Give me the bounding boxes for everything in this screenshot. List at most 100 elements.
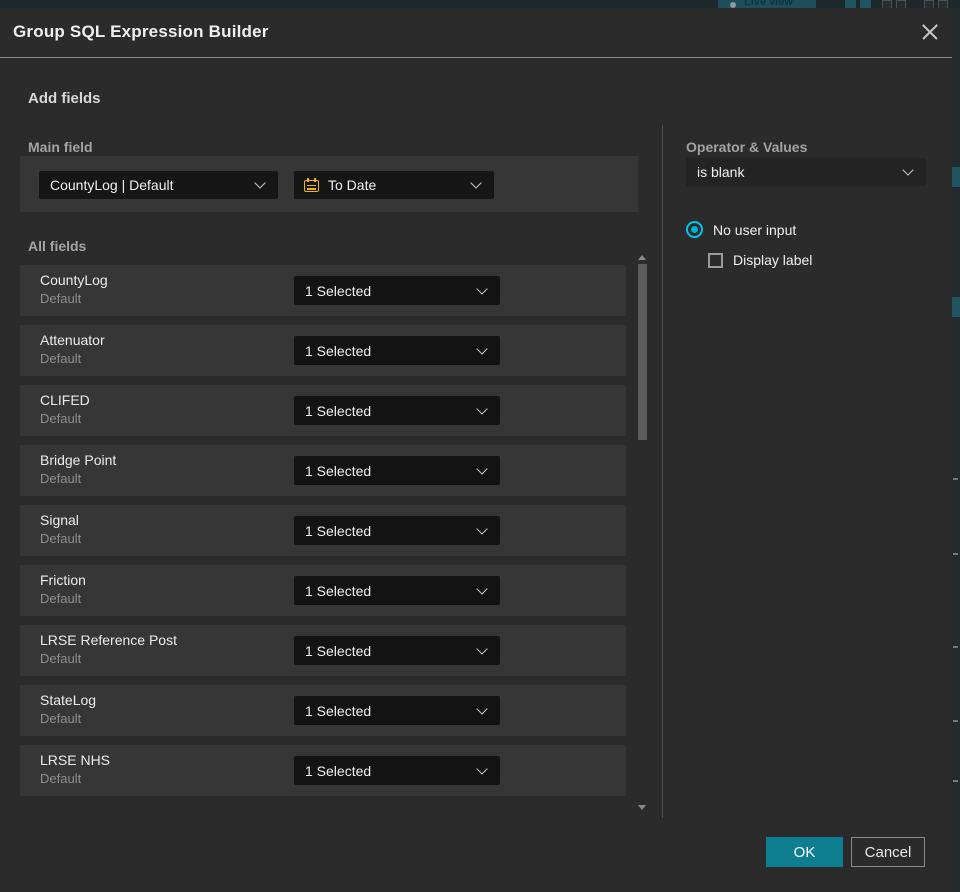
field-selection-dropdown[interactable]: 1 Selected [294,636,500,665]
toolbar-fragment [860,0,871,8]
field-row: LRSE NHS Default 1 Selected [20,745,626,796]
chevron-down-icon [476,582,488,595]
dialog-title: Group SQL Expression Builder [13,22,269,41]
field-name: Friction [40,572,86,588]
chevron-down-icon [476,522,488,535]
group-sql-expression-builder-dialog: Group SQL Expression Builder Add fields … [0,8,952,892]
field-sublabel: Default [40,291,82,306]
live-view-button[interactable]: Live view [718,0,816,8]
field-row: StateLog Default 1 Selected [20,685,626,736]
field-selection-value: 1 Selected [305,462,372,479]
display-label-label: Display label [733,252,813,268]
background-fragment [953,780,958,782]
main-field-layer-dropdown[interactable]: CountyLog | Default [39,171,278,199]
field-selection-dropdown[interactable]: 1 Selected [294,396,500,425]
toolbar-fragment [882,0,892,8]
field-name: CountyLog [40,272,108,288]
field-name: Attenuator [40,332,105,348]
field-sublabel: Default [40,531,82,546]
field-selection-value: 1 Selected [305,342,372,359]
ok-button[interactable]: OK [766,837,843,867]
background-app-right-strip [952,8,960,892]
field-selection-dropdown[interactable]: 1 Selected [294,516,500,545]
background-fragment [953,720,958,722]
chevron-down-icon [476,342,488,355]
chevron-down-icon [476,462,488,475]
field-selection-dropdown[interactable]: 1 Selected [294,336,500,365]
background-fragment [952,167,960,187]
column-divider [662,125,663,818]
field-selection-dropdown[interactable]: 1 Selected [294,756,500,785]
toolbar-fragment [938,0,948,8]
field-name: StateLog [40,692,97,708]
toolbar-fragment [845,0,856,8]
title-divider [0,57,952,58]
field-selection-dropdown[interactable]: 1 Selected [294,696,500,725]
all-fields-list: CountyLog Default 1 Selected Attenuator … [20,265,626,796]
field-row: Signal Default 1 Selected [20,505,626,556]
field-sublabel: Default [40,771,82,786]
chevron-down-icon [902,164,914,176]
field-selection-dropdown[interactable]: 1 Selected [294,456,500,485]
main-field-heading: Main field [28,139,93,155]
field-sublabel: Default [40,471,82,486]
field-row: CLIFED Default 1 Selected [20,385,626,436]
main-field-layer-value: CountyLog | Default [50,177,174,193]
main-field-field-dropdown[interactable]: To Date [294,171,494,199]
field-name: LRSE Reference Post [40,632,177,648]
chevron-down-icon [476,642,488,655]
scroll-up-icon[interactable] [638,255,646,260]
field-selection-value: 1 Selected [305,402,372,419]
background-fragment [953,478,958,480]
field-selection-value: 1 Selected [305,582,372,599]
no-user-input-radio[interactable]: No user input [686,221,796,238]
operator-dropdown[interactable]: is blank [686,158,926,186]
field-row: CountyLog Default 1 Selected [20,265,626,316]
background-fragment [952,297,960,317]
field-selection-dropdown[interactable]: 1 Selected [294,276,500,305]
toolbar-fragment [924,0,934,8]
field-row: LRSE Reference Post Default 1 Selected [20,625,626,676]
field-selection-value: 1 Selected [305,522,372,539]
main-field-panel: CountyLog | Default To Date [20,156,638,212]
field-name: Signal [40,512,79,528]
field-row: Friction Default 1 Selected [20,565,626,616]
field-selection-value: 1 Selected [305,762,372,779]
field-selection-value: 1 Selected [305,282,372,299]
main-field-field-value: To Date [328,177,377,193]
display-label-checkbox-row[interactable]: Display label [708,252,812,268]
no-user-input-label: No user input [713,221,797,238]
checkbox-unchecked-icon[interactable] [708,252,723,268]
field-sublabel: Default [40,711,82,726]
field-sublabel: Default [40,651,82,666]
close-icon[interactable] [918,20,942,44]
field-name: CLIFED [40,392,90,408]
field-selection-value: 1 Selected [305,642,372,659]
scroll-down-icon[interactable] [638,805,646,810]
background-fragment [953,646,958,648]
cancel-button[interactable]: Cancel [851,837,925,867]
live-view-label: Live view [744,0,793,8]
chevron-down-icon [476,282,488,295]
chevron-down-icon [254,177,266,189]
operator-value: is blank [697,164,745,180]
field-sublabel: Default [40,591,82,606]
add-fields-heading: Add fields [28,90,101,107]
scrollbar-thumb[interactable] [638,264,647,440]
radio-selected-icon[interactable] [686,221,703,238]
chevron-down-icon [476,762,488,775]
toolbar-fragment [896,0,906,8]
all-fields-heading: All fields [28,238,87,254]
field-name: LRSE NHS [40,752,111,768]
field-name: Bridge Point [40,452,117,468]
chevron-down-icon [476,702,488,715]
background-app-top-strip: Live view [0,0,960,8]
field-selection-value: 1 Selected [305,702,372,719]
field-selection-dropdown[interactable]: 1 Selected [294,576,500,605]
chevron-down-icon [470,177,482,189]
background-fragment [953,553,958,555]
calendar-icon [304,178,319,192]
dialog-titlebar: Group SQL Expression Builder [0,8,952,57]
list-scrollbar[interactable] [637,255,648,810]
field-sublabel: Default [40,411,82,426]
